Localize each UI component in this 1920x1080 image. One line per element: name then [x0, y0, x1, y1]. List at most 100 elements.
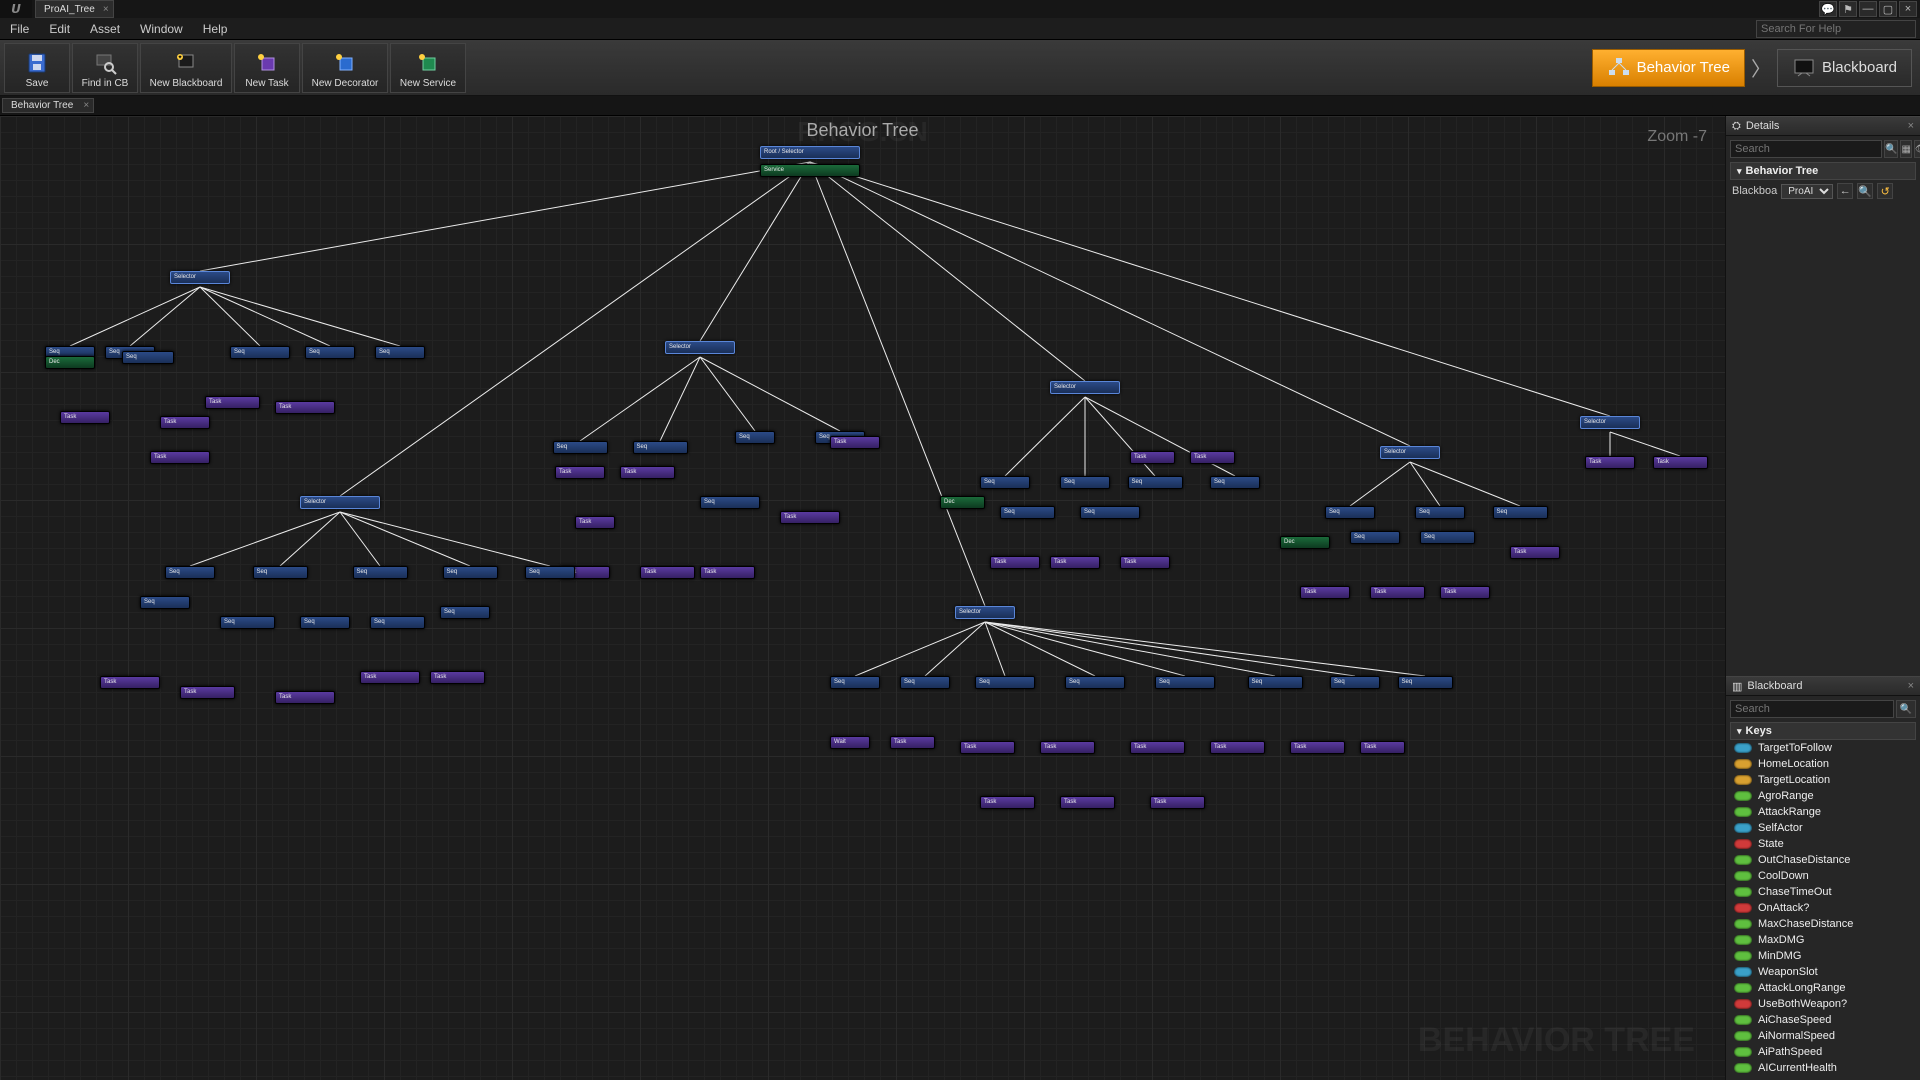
key-row[interactable]: AiPathSpeed [1730, 1044, 1916, 1060]
bt-node[interactable]: Seq [440, 606, 490, 619]
bt-node[interactable]: Task [1130, 741, 1185, 754]
bt-node[interactable]: Task [890, 736, 935, 749]
bt-node[interactable]: Task [1120, 556, 1170, 569]
bt-node[interactable]: Task [60, 411, 110, 424]
bt-node[interactable]: Task [1370, 586, 1425, 599]
save-button[interactable]: Save [4, 43, 70, 93]
key-row[interactable]: AttackLongRange [1730, 980, 1916, 996]
bt-node[interactable]: Seq [553, 441, 608, 454]
bt-node[interactable]: Seq [633, 441, 688, 454]
bt-node[interactable]: Selector [665, 341, 735, 354]
bt-node[interactable]: Task [1060, 796, 1115, 809]
blackboard-search-input[interactable] [1730, 700, 1894, 718]
bt-node[interactable]: Task [1440, 586, 1490, 599]
bt-node[interactable]: Task [1300, 586, 1350, 599]
bt-node[interactable]: Seq [975, 676, 1035, 689]
maximize-button[interactable]: ▢ [1879, 1, 1897, 17]
key-row[interactable]: SelfActor [1730, 820, 1916, 836]
key-row[interactable]: TargetToFollow [1730, 740, 1916, 756]
new-task-button[interactable]: New Task [234, 43, 300, 93]
bt-node[interactable]: Seq [1155, 676, 1215, 689]
bt-node[interactable]: Task [205, 396, 260, 409]
bt-node[interactable]: Task [1210, 741, 1265, 754]
bt-node[interactable]: Seq [980, 476, 1030, 489]
bt-node[interactable]: Seq [1000, 506, 1055, 519]
bt-node[interactable]: Selector [955, 606, 1015, 619]
key-row[interactable]: AgroRange [1730, 788, 1916, 804]
bt-node[interactable]: Task [1050, 556, 1100, 569]
bt-node[interactable]: Service [760, 164, 860, 177]
bt-node[interactable]: Selector [1580, 416, 1640, 429]
bt-node[interactable]: Task [1653, 456, 1708, 469]
bt-node[interactable]: Dec [45, 356, 95, 369]
search-icon[interactable]: 🔍 [1884, 140, 1898, 158]
bt-node[interactable]: Seq [370, 616, 425, 629]
menu-edit[interactable]: Edit [39, 18, 80, 39]
bt-node[interactable]: Seq [443, 566, 498, 579]
window-tab[interactable]: ProAI_Tree × [35, 0, 114, 18]
bt-node[interactable]: Task [275, 691, 335, 704]
reset-icon[interactable]: ↺ [1877, 183, 1893, 199]
bt-node[interactable]: Seq [230, 346, 290, 359]
bt-node[interactable]: Seq [1330, 676, 1380, 689]
bt-node[interactable]: Task [1290, 741, 1345, 754]
bt-node[interactable]: Seq [1415, 506, 1465, 519]
bt-node[interactable]: Task [430, 671, 485, 684]
bt-node[interactable]: Selector [170, 271, 230, 284]
bt-node[interactable]: Seq [700, 496, 760, 509]
bt-node[interactable]: Selector [1050, 381, 1120, 394]
bt-node[interactable]: Task [1150, 796, 1205, 809]
source-icon[interactable]: ⚑ [1839, 1, 1857, 17]
key-row[interactable]: CoolDown [1730, 868, 1916, 884]
bt-node[interactable]: Task [555, 466, 605, 479]
key-row[interactable]: UseBothWeapon? [1730, 996, 1916, 1012]
bt-node[interactable]: Seq [305, 346, 355, 359]
arrow-left-icon[interactable]: ← [1837, 183, 1853, 199]
bt-node[interactable]: Task [1190, 451, 1235, 464]
bt-node[interactable]: Dec [1280, 536, 1330, 549]
bt-node[interactable]: Task [1585, 456, 1635, 469]
key-row[interactable]: TargetLocation [1730, 772, 1916, 788]
bt-node[interactable]: Seq [900, 676, 950, 689]
menu-asset[interactable]: Asset [80, 18, 130, 39]
bt-node[interactable]: Task [1360, 741, 1405, 754]
bt-node[interactable]: Task [980, 796, 1035, 809]
key-row[interactable]: WeaponSlot [1730, 964, 1916, 980]
minimize-button[interactable]: — [1859, 1, 1877, 17]
bt-node[interactable]: Task [700, 566, 755, 579]
bt-node[interactable]: Seq [1325, 506, 1375, 519]
bt-node[interactable]: Seq [525, 566, 575, 579]
key-row[interactable]: AiNormalSpeed [1730, 1028, 1916, 1044]
key-row[interactable]: AttackRange [1730, 804, 1916, 820]
bt-node[interactable]: Seq [300, 616, 350, 629]
bt-node[interactable]: Task [275, 401, 335, 414]
bt-node[interactable]: Seq [1065, 676, 1125, 689]
details-section-bt[interactable]: Behavior Tree [1730, 162, 1916, 180]
bt-node[interactable]: Seq [1248, 676, 1303, 689]
bt-node[interactable]: Task [160, 416, 210, 429]
keys-section[interactable]: Keys [1730, 722, 1916, 740]
bt-node[interactable]: Task [780, 511, 840, 524]
key-row[interactable]: OutChaseDistance [1730, 852, 1916, 868]
bt-node[interactable]: Seq [165, 566, 215, 579]
bt-node[interactable]: Selector [300, 496, 380, 509]
bt-node[interactable]: Task [1130, 451, 1175, 464]
bt-node[interactable]: Seq [1128, 476, 1183, 489]
bt-node[interactable]: Seq [353, 566, 408, 579]
bt-node[interactable]: Seq [830, 676, 880, 689]
blackboard-panel-header[interactable]: ▥ Blackboard × [1726, 676, 1920, 696]
grid-icon[interactable]: ▦ [1900, 140, 1911, 158]
find-in-cb-button[interactable]: Find in CB [72, 43, 138, 93]
key-row[interactable]: AiChaseSpeed [1730, 1012, 1916, 1028]
search-icon[interactable]: 🔍 [1896, 700, 1916, 718]
new-service-button[interactable]: New Service [390, 43, 466, 93]
bt-node[interactable]: Task [990, 556, 1040, 569]
bt-node[interactable]: Task [1040, 741, 1095, 754]
bt-node[interactable]: Seq [1080, 506, 1140, 519]
key-row[interactable]: MaxChaseDistance [1730, 916, 1916, 932]
bt-node[interactable]: Root / Selector [760, 146, 860, 159]
bt-node[interactable]: Task [100, 676, 160, 689]
browse-icon[interactable]: 🔍 [1857, 183, 1873, 199]
mode-behavior-tree[interactable]: Behavior Tree [1592, 49, 1745, 87]
close-button[interactable]: × [1899, 1, 1917, 17]
